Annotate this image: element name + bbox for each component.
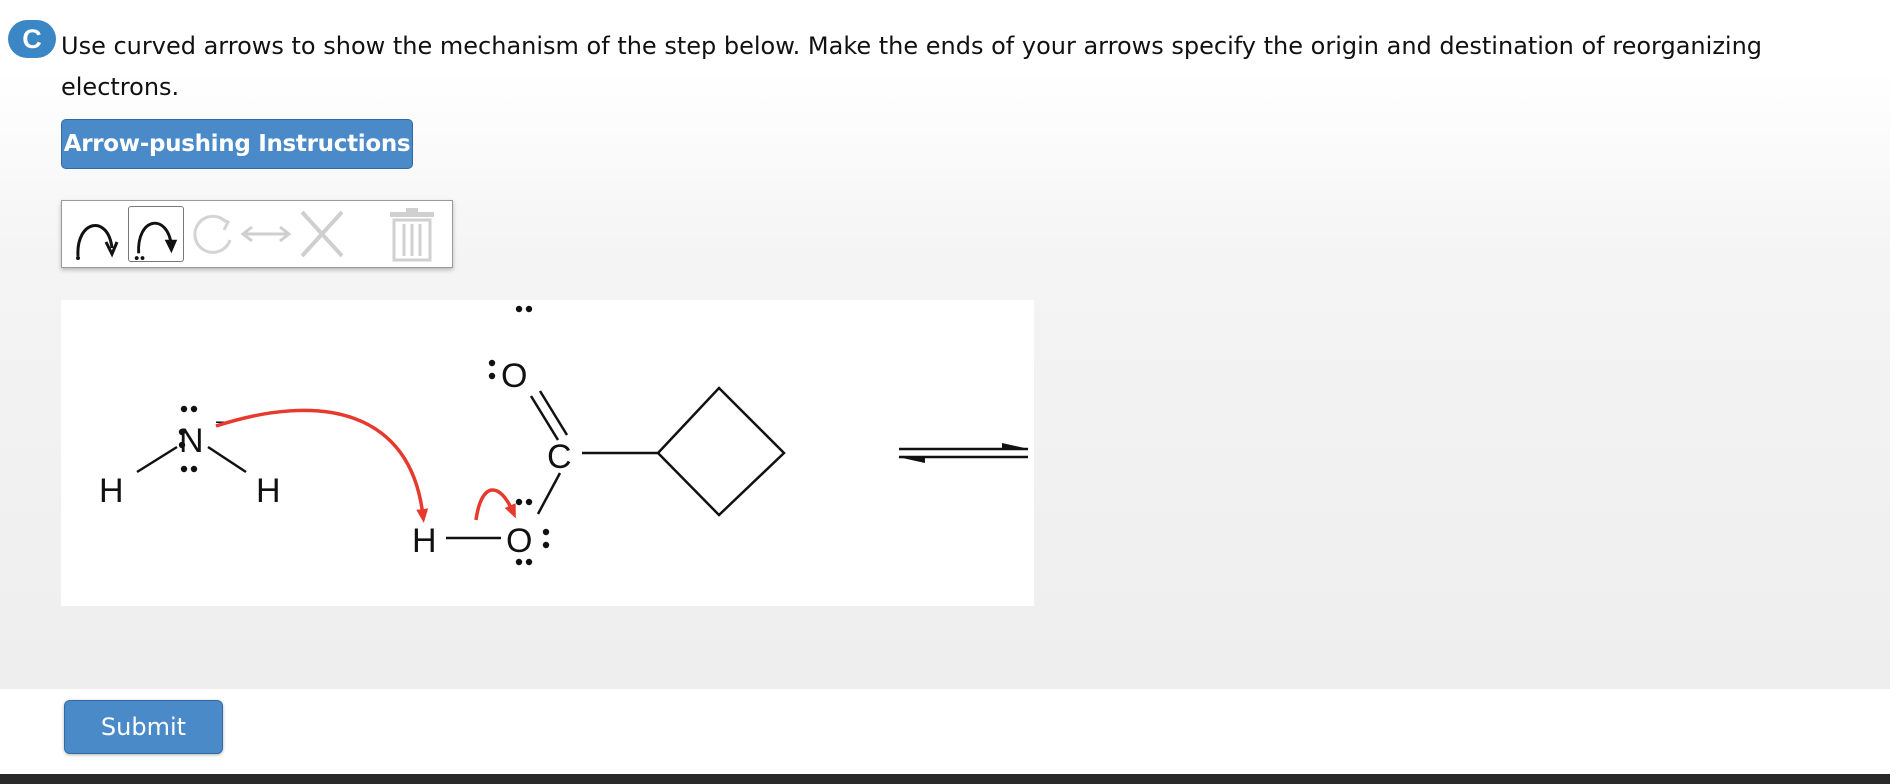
question-text: Use curved arrows to show the mechanism … (61, 32, 1763, 101)
carbonyl-oxygen: O (501, 357, 527, 395)
hydrogen-atom-right: H (256, 472, 281, 510)
delete-x-icon[interactable] (294, 206, 350, 262)
redo-icon[interactable] (186, 206, 242, 262)
single-electron-arrow-icon[interactable] (68, 206, 124, 262)
negative-charge: – (216, 408, 229, 433)
electron-pair-arrow-icon[interactable] (128, 206, 184, 262)
mechanism-canvas[interactable]: N – H H O C O H (61, 300, 1034, 606)
acidic-hydrogen: H (412, 522, 437, 560)
question-panel: C Use curved arrows to show the mechanis… (0, 0, 1890, 689)
arrow-pushing-instructions-button[interactable]: Arrow-pushing Instructions (61, 119, 413, 169)
footer-bar (0, 774, 1890, 784)
hydroxyl-oxygen: O (506, 522, 532, 560)
arrow-n-to-h[interactable] (215, 408, 429, 523)
part-badge: C (8, 20, 56, 58)
trash-icon[interactable] (386, 206, 438, 262)
carbonyl-carbon: C (547, 438, 572, 476)
nitrogen-atom: N (179, 422, 204, 460)
equilibrium-arrow (898, 443, 1029, 463)
carboxylic-acid-molecule: O C O H (412, 305, 786, 566)
submit-button[interactable]: Submit (64, 700, 223, 754)
ammonia-molecule: N – H H (99, 405, 281, 510)
arrow-oh-bond-to-o[interactable] (474, 488, 516, 521)
hydrogen-atom-left: H (99, 472, 124, 510)
drawing-toolbar (61, 200, 453, 268)
double-headed-arrow-icon[interactable] (238, 206, 294, 262)
